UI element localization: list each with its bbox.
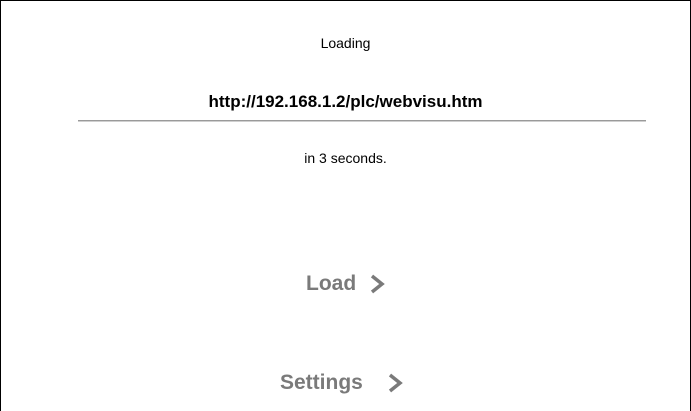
settings-button[interactable]: Settings: [280, 371, 405, 395]
load-button[interactable]: Load: [306, 272, 387, 296]
divider: [78, 120, 646, 122]
settings-button-label: Settings: [280, 371, 363, 394]
chevron-right-icon: [371, 274, 385, 294]
target-url: http://192.168.1.2/plc/webvisu.htm: [208, 92, 483, 111]
chevron-right-icon: [388, 373, 403, 393]
loading-label: Loading: [320, 35, 371, 51]
load-button-label: Load: [306, 272, 357, 295]
window-frame: [0, 0, 691, 411]
countdown-text: in 3 seconds.: [304, 150, 387, 166]
